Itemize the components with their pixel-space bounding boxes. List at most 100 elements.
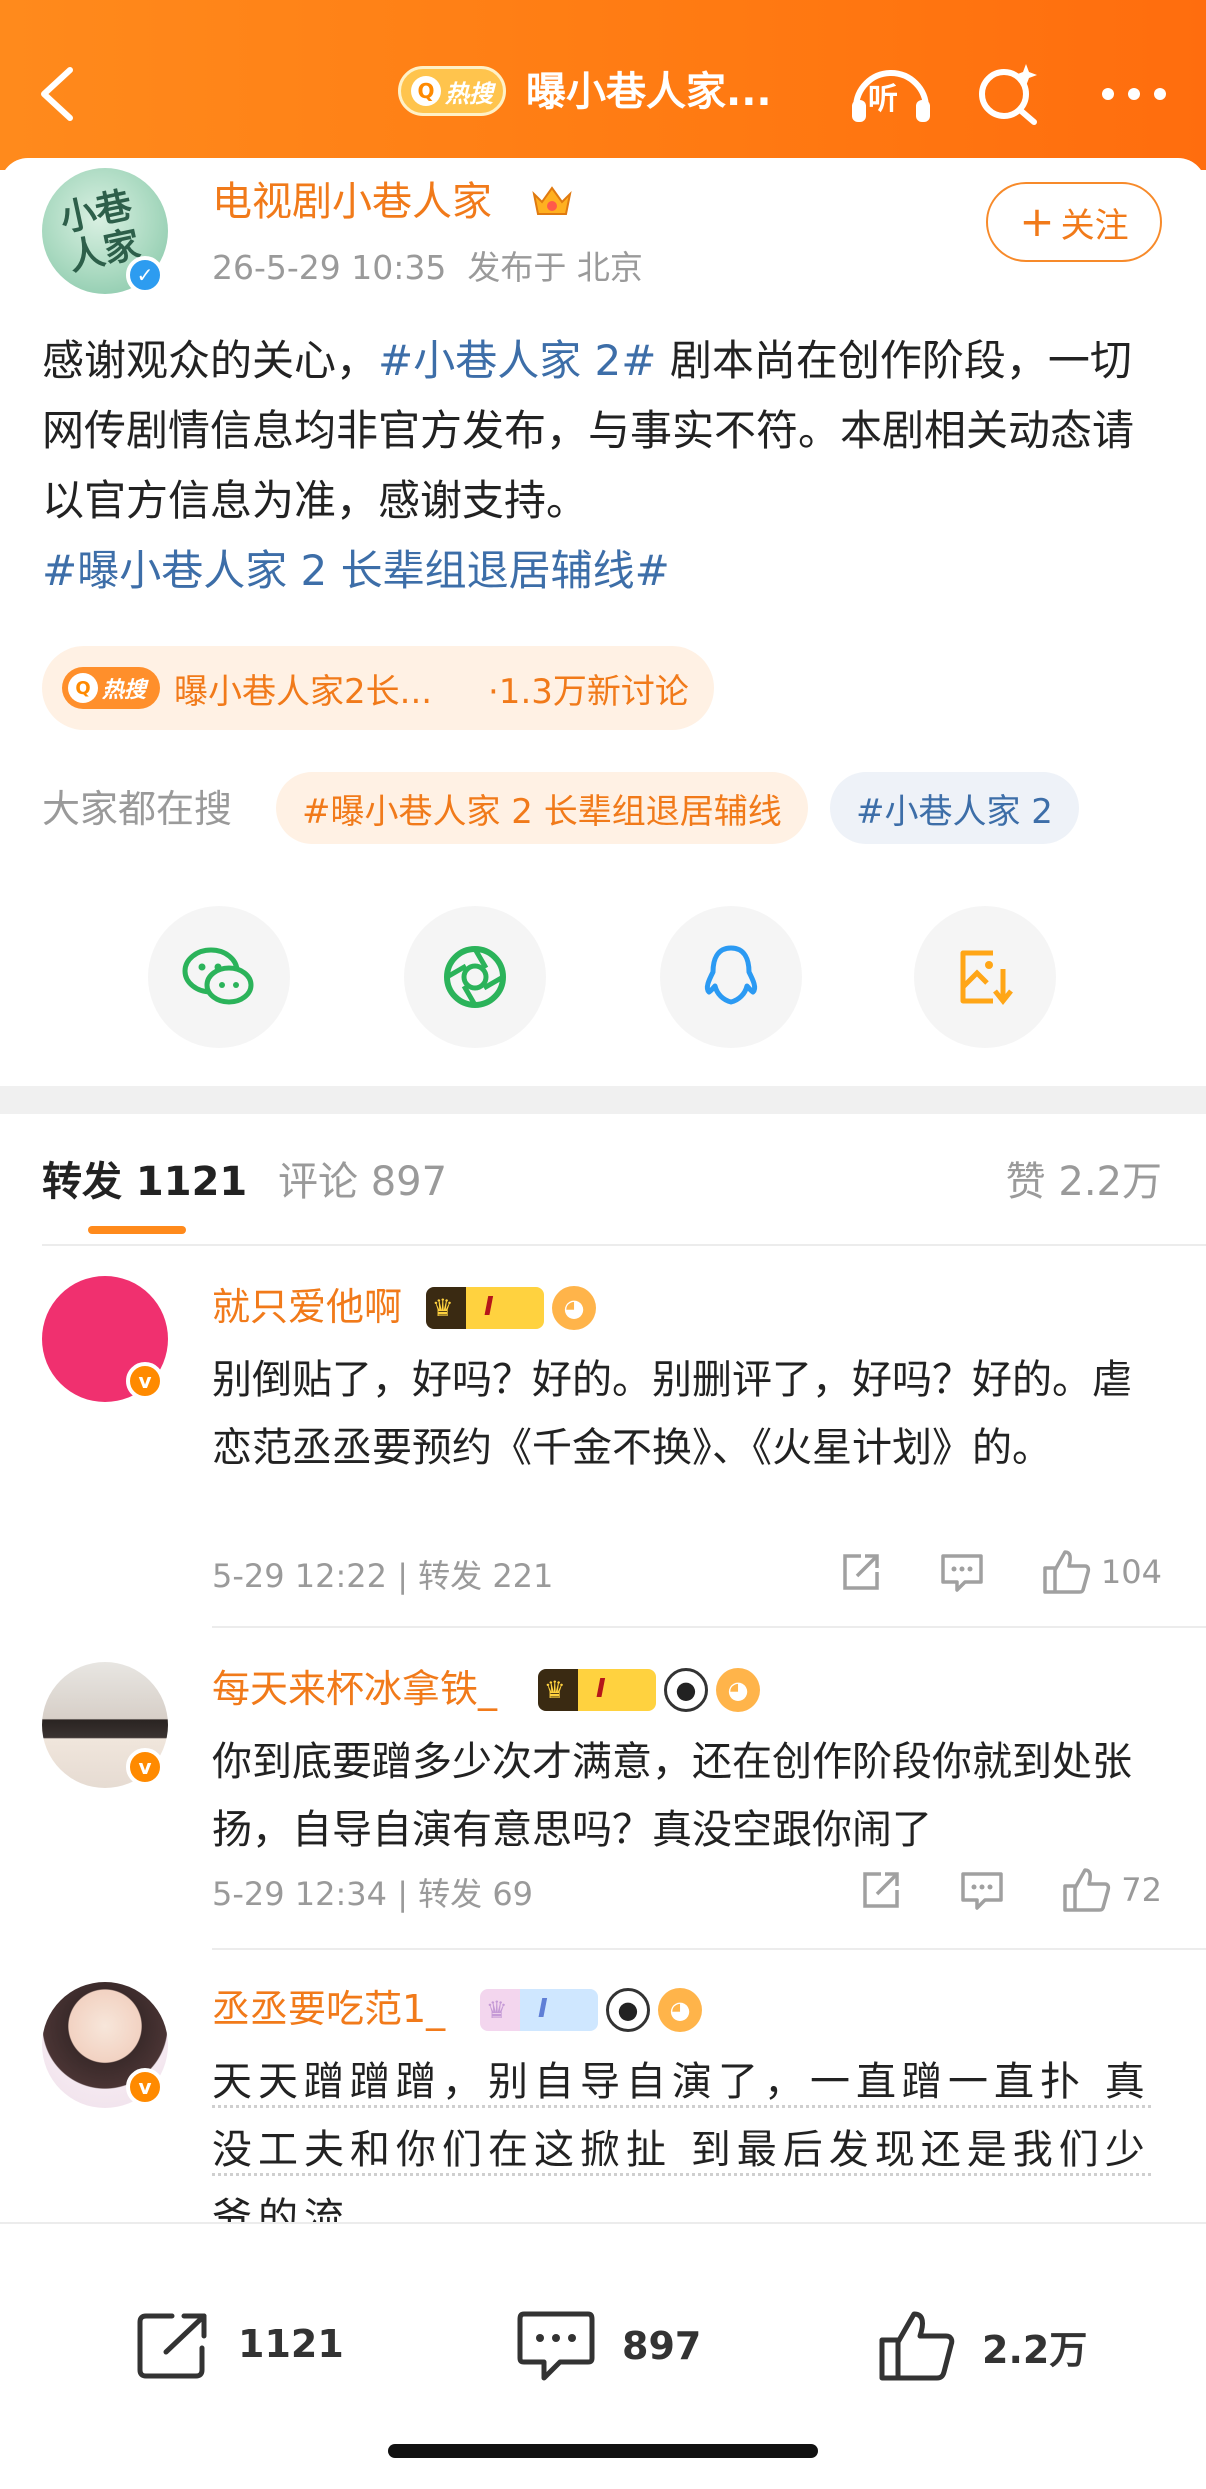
hot-search-badge[interactable]: Q 热搜 xyxy=(398,66,506,116)
user-badges: ♛ I ● ◕ xyxy=(538,1668,760,1712)
fish-badge-icon: ◕ xyxy=(716,1668,760,1712)
share-repost-button[interactable] xyxy=(859,1868,903,1912)
author-name[interactable]: 电视剧小巷人家 xyxy=(212,176,492,228)
crown-icon: ♛ xyxy=(544,1676,566,1704)
comment-icon xyxy=(517,2311,595,2381)
comment-action-button[interactable]: 897 xyxy=(516,2308,701,2384)
repost-count: 1121 xyxy=(238,2322,344,2366)
repost-item: v 每天来杯冰拿铁_ ♛ I ● ◕ 你到底要蹭多少次才满意，还在创作阶段你就到处… xyxy=(0,1628,1206,1950)
repost-actions: 104 xyxy=(839,1548,1162,1596)
repost-text-content: 天天蹭蹭蹭，别自导自演了，一直蹭一直扑 真没工夫和你们在这掀扯 到最后发现还是我… xyxy=(212,2059,1151,2222)
share-arrow-icon xyxy=(137,2313,207,2379)
follow-label: 关注 xyxy=(1060,205,1129,246)
qq-icon xyxy=(704,945,758,1005)
hot-search-badge-label: 热搜 xyxy=(445,79,493,108)
tab-likes[interactable]: 赞 2.2万 xyxy=(1006,1154,1162,1210)
repost-item: v 就只爱他啊 ♛ I ◕ 别倒贴了，好吗？好的。别删评了，好吗？好的。虐恋范丞丞… xyxy=(0,1248,1206,1628)
like-count: 104 xyxy=(1100,1553,1162,1591)
repost-username[interactable]: 就只爱他啊 xyxy=(212,1282,402,1332)
verified-badge-icon: ✓ xyxy=(126,256,164,294)
repost-username[interactable]: 丞丞要吃范1_ xyxy=(212,1984,445,2034)
like-count: 2.2万 xyxy=(982,2327,1088,2372)
like-action-button[interactable]: 2.2万 xyxy=(876,2308,1087,2384)
post-location: 发布于 北京 xyxy=(467,248,643,287)
hot-badge-label: 热搜 xyxy=(102,678,147,703)
verified-badge-icon: v xyxy=(126,1748,164,1786)
related-search-chip-2[interactable]: #小巷人家 2 xyxy=(830,772,1079,844)
crown-icon xyxy=(532,186,572,215)
related-search-chip-1[interactable]: #曝小巷人家 2 长辈组退居辅线 xyxy=(276,772,808,844)
verified-badge-icon: v xyxy=(126,2068,164,2106)
share-repost-button[interactable] xyxy=(839,1550,883,1594)
like-button[interactable]: 72 xyxy=(1061,1866,1162,1914)
user-badges: ♛ I ● ◕ xyxy=(480,1988,702,2032)
search-button[interactable] xyxy=(974,58,1044,128)
fish-badge-icon: ◕ xyxy=(552,1286,596,1330)
like-count: 72 xyxy=(1121,1871,1162,1909)
repost-text: 别倒贴了，好吗？好的。别删评了，好吗？好的。虐恋范丞丞要预约《千金不换》、《火星… xyxy=(212,1357,1132,1471)
like-button[interactable]: 104 xyxy=(1041,1548,1162,1596)
comment-icon xyxy=(941,1554,983,1592)
save-image-icon xyxy=(960,950,1013,1006)
tab-reposts[interactable]: 转发 1121 xyxy=(42,1154,247,1210)
repost-meta: 5-29 12:22 | 转发 221 xyxy=(212,1557,554,1595)
user-badges: ♛ I ◕ xyxy=(426,1286,596,1330)
post-body: 感谢观众的关心，#小巷人家 2# 剧本尚在创作阶段，一切网传剧情信息均非官方发布… xyxy=(42,326,1172,606)
save-image-button[interactable] xyxy=(914,906,1056,1048)
comment-button[interactable] xyxy=(939,1550,985,1594)
search-icon: Q xyxy=(411,76,441,106)
post-text-part1: 感谢观众的关心， xyxy=(42,336,379,385)
crown-icon: ♛ xyxy=(432,1294,454,1322)
verified-badge-icon: v xyxy=(126,1362,164,1400)
more-options-button[interactable] xyxy=(1094,58,1174,128)
repost-text: 你到底要蹭多少次才满意，还在创作阶段你就到处张扬，自导自演有意思吗？真没空跟你闹… xyxy=(212,1739,1132,1853)
vip-level-label: I xyxy=(596,1674,606,1704)
post-time: 26-5-29 10:35 xyxy=(212,248,447,287)
follow-button[interactable]: + 关注 xyxy=(986,182,1162,262)
repost-meta: 5-29 12:34 | 转发 69 xyxy=(212,1875,534,1913)
share-moments-button[interactable] xyxy=(404,906,546,1048)
active-tab-indicator xyxy=(88,1226,186,1234)
listen-button[interactable]: 听 xyxy=(846,58,936,128)
thumbs-up-icon xyxy=(879,2311,955,2381)
panda-badge-icon: ● xyxy=(664,1668,708,1712)
more-dots-icon xyxy=(1102,88,1166,100)
share-arrow-icon xyxy=(843,1554,879,1590)
comment-count: 897 xyxy=(622,2324,702,2368)
tab-comments[interactable]: 评论 897 xyxy=(278,1154,447,1210)
moments-icon xyxy=(444,946,506,1008)
share-qq-button[interactable] xyxy=(660,906,802,1048)
vip-level-label: I xyxy=(484,1292,494,1322)
vip-level-label: I xyxy=(538,1994,548,2024)
repost-username[interactable]: 每天来杯冰拿铁_ xyxy=(212,1664,497,1714)
chevron-left-icon xyxy=(41,67,73,121)
comment-button[interactable] xyxy=(959,1868,1005,1912)
hot-search-badge-small: Q 热搜 xyxy=(62,667,160,709)
share-arrow-icon xyxy=(863,1872,900,1908)
fish-badge-icon: ◕ xyxy=(658,1988,702,2032)
thumbs-up-icon xyxy=(1063,1868,1111,1912)
search-sparkle-icon xyxy=(979,64,1037,125)
topic-link-2[interactable]: #曝小巷人家 2 长辈组退居辅线# xyxy=(42,546,670,595)
post-meta: 26-5-29 10:35 发布于 北京 xyxy=(212,246,643,290)
crown-icon: ♛ xyxy=(486,1996,508,2024)
panda-badge-icon: ● xyxy=(606,1988,650,2032)
back-button[interactable] xyxy=(30,58,90,128)
hot-topic-count: ·1.3万新讨论 xyxy=(488,671,689,712)
topic-link-1[interactable]: #小巷人家 2# xyxy=(378,336,656,385)
home-indicator xyxy=(388,2444,818,2458)
section-divider xyxy=(0,1086,1206,1114)
comment-icon xyxy=(961,1872,1004,1910)
page-title[interactable]: 曝小巷人家... xyxy=(526,64,806,120)
repost-text: 天天蹭蹭蹭，别自导自演了，一直蹭一直扑 真没工夫和你们在这掀扯 到最后发现还是我… xyxy=(212,2048,1162,2222)
repost-item: v 丞丞要吃范1_ ♛ I ● ◕ 天天蹭蹭蹭，别自导自演了，一直蹭一直扑 真没工… xyxy=(0,1948,1206,2222)
share-wechat-button[interactable] xyxy=(148,906,290,1048)
repost-button[interactable]: 1121 xyxy=(136,2308,344,2380)
share-row xyxy=(0,906,1206,1048)
plus-icon: + xyxy=(1019,197,1055,246)
wechat-icon xyxy=(182,947,254,1005)
vip-level-badge: ♛ I xyxy=(538,1669,656,1711)
vip-level-badge: ♛ I xyxy=(426,1287,544,1329)
hot-topic-card[interactable]: Q 热搜 曝小巷人家2长... ·1.3万新讨论 xyxy=(42,646,714,730)
interaction-tabs: 转发 1121 评论 897 赞 2.2万 xyxy=(0,1114,1206,1244)
